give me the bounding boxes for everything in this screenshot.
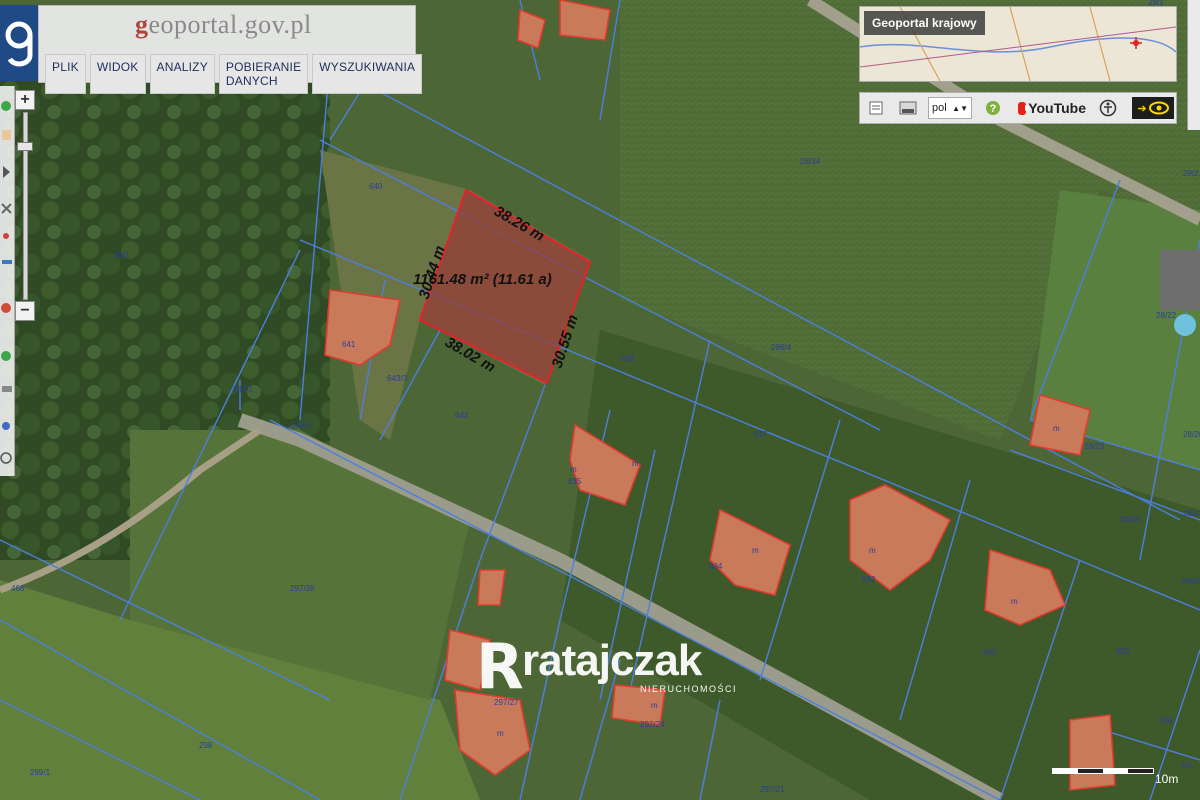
scale-graphic [1052, 768, 1154, 774]
watermark-r-logo-icon: R [476, 630, 524, 703]
watermark-sub: NIERUCHOMOŚCI [640, 684, 738, 694]
print-icon[interactable] [866, 97, 886, 119]
parcel-number: 297/21 [760, 785, 785, 794]
brand-rest: eoportal.gov.pl [148, 10, 312, 39]
tool-dot-green-icon[interactable] [1, 101, 11, 111]
youtube-button[interactable]: YouTube [1018, 97, 1086, 119]
parcel-number: 28/23 [1084, 442, 1105, 451]
building-label: m [752, 546, 759, 555]
parcel-number: 652 [983, 648, 997, 657]
parcel-number: 633 [862, 575, 876, 584]
tool-globe-icon[interactable] [1, 351, 11, 361]
building-label: m [1053, 424, 1060, 433]
zoom-in-button[interactable]: + [15, 90, 35, 110]
tool-ruler-icon[interactable] [2, 260, 12, 264]
g-logo-icon [5, 21, 33, 67]
parcel-number: 299/1 [30, 768, 51, 777]
menu-plik[interactable]: PLIK [45, 54, 86, 94]
tool-icons [0, 101, 12, 464]
contrast-eye-icon[interactable]: ➔ [1132, 97, 1174, 119]
tool-layer-icon[interactable] [2, 386, 12, 392]
parcel-number: 296/5 [1181, 577, 1200, 586]
overview-minimap[interactable]: Geoportal krajowy [859, 6, 1177, 82]
brand-title[interactable]: geoportal.gov.pl [135, 10, 312, 40]
parcel-number: 28/24 [1120, 515, 1141, 524]
building-label: m [1011, 597, 1018, 606]
building-label: m [497, 729, 504, 738]
wms-icon[interactable] [898, 97, 918, 119]
parcel-number: 640 [369, 182, 383, 191]
scale-bar: 10m [1052, 764, 1178, 786]
tool-red-icon[interactable] [3, 233, 9, 239]
parcel-number: 642 [455, 411, 469, 420]
measure-area: 1161.48 m² (11.61 a) [413, 271, 552, 288]
parcel-number: 604 [1160, 716, 1174, 725]
parcel-number: 28/22 [1156, 311, 1177, 320]
language-select[interactable]: pol ▲▼ [928, 97, 972, 119]
parcel-number: 28/21 [1183, 169, 1200, 178]
parcel-number: 297/28 [290, 584, 315, 593]
youtube-label: YouTube [1028, 100, 1086, 116]
tool-pin-icon[interactable] [1, 303, 11, 313]
select-arrows-icon: ▲▼ [952, 103, 968, 113]
parcel-number: 643/1 [233, 385, 254, 394]
youtube-play-icon [1018, 101, 1032, 115]
tool-arrow-icon[interactable] [3, 166, 10, 178]
zoom-slider-track[interactable] [23, 112, 28, 300]
geoportal-logo[interactable] [0, 5, 38, 81]
menu-wyszukiwania[interactable]: WYSZUKIWANIA [312, 54, 423, 94]
scale-label: 10m [1155, 772, 1179, 786]
parcel-number: 297/24 [640, 720, 665, 729]
tool-info-icon[interactable] [2, 422, 10, 430]
brand-first-letter: g [135, 10, 149, 39]
parcel-number: 6/1 [1181, 761, 1193, 770]
parcel-number: 28/34 [800, 157, 821, 166]
header-panel: geoportal.gov.pl PLIK WIDOK ANALIZY POBI… [38, 5, 423, 94]
accessibility-icon[interactable] [1098, 97, 1118, 119]
menu-analizy[interactable]: ANALIZY [149, 54, 215, 94]
tool-settings-icon[interactable] [0, 452, 12, 464]
parcel-number: 643/4 [291, 421, 312, 430]
building-label: m [632, 459, 639, 468]
parcel-number: 296/4 [771, 343, 792, 352]
watermark-name: ratajczak [522, 636, 702, 685]
zoom-slider-handle[interactable] [17, 142, 33, 151]
minimap-title: Geoportal krajowy [864, 11, 985, 35]
menu-pobieranie-danych[interactable]: POBIERANIE DANYCH [218, 54, 309, 94]
parcel-number: 637 [754, 430, 768, 439]
house-roof-gray [1160, 250, 1200, 310]
pool [1174, 314, 1196, 336]
zoom-out-button[interactable]: − [15, 301, 35, 321]
language-value: pol [932, 102, 947, 114]
parcel-number: 30/1 [114, 251, 130, 260]
parcel-number: 641 [342, 340, 356, 349]
menu-widok[interactable]: WIDOK [89, 54, 146, 94]
parcel-number: 638 [621, 354, 635, 363]
parcel-number: 635 [568, 477, 582, 486]
svg-text:?: ? [990, 103, 997, 115]
tool-cross-icon[interactable] [1, 203, 12, 214]
building-label: m [651, 701, 658, 710]
main-menu: PLIK WIDOK ANALIZY POBIERANIE DANYCH WYS… [45, 54, 423, 94]
zoom-control: + − [15, 90, 35, 322]
top-right-toolbar: pol ▲▼ ? YouTube ➔ [859, 92, 1177, 124]
left-toolbar [0, 86, 15, 476]
parcel-number: 466 [11, 584, 25, 593]
parcel-number: 643/3 [387, 374, 408, 383]
ratajczak-watermark: R ratajczak NIERUCHOMOŚCI [476, 628, 736, 703]
parcel-number: 600 [1116, 647, 1130, 656]
building-label: m [869, 546, 876, 555]
parcel-number: 28/4 [1183, 509, 1199, 518]
parcel-number: 298 [199, 741, 213, 750]
parcel-number: 28/20 [1183, 430, 1200, 439]
help-icon[interactable]: ? [984, 97, 1002, 119]
tool-hand-icon[interactable] [2, 130, 11, 140]
parcel-number: 634 [709, 562, 723, 571]
right-panel-strip[interactable] [1187, 0, 1200, 130]
building-label: m [570, 465, 577, 474]
